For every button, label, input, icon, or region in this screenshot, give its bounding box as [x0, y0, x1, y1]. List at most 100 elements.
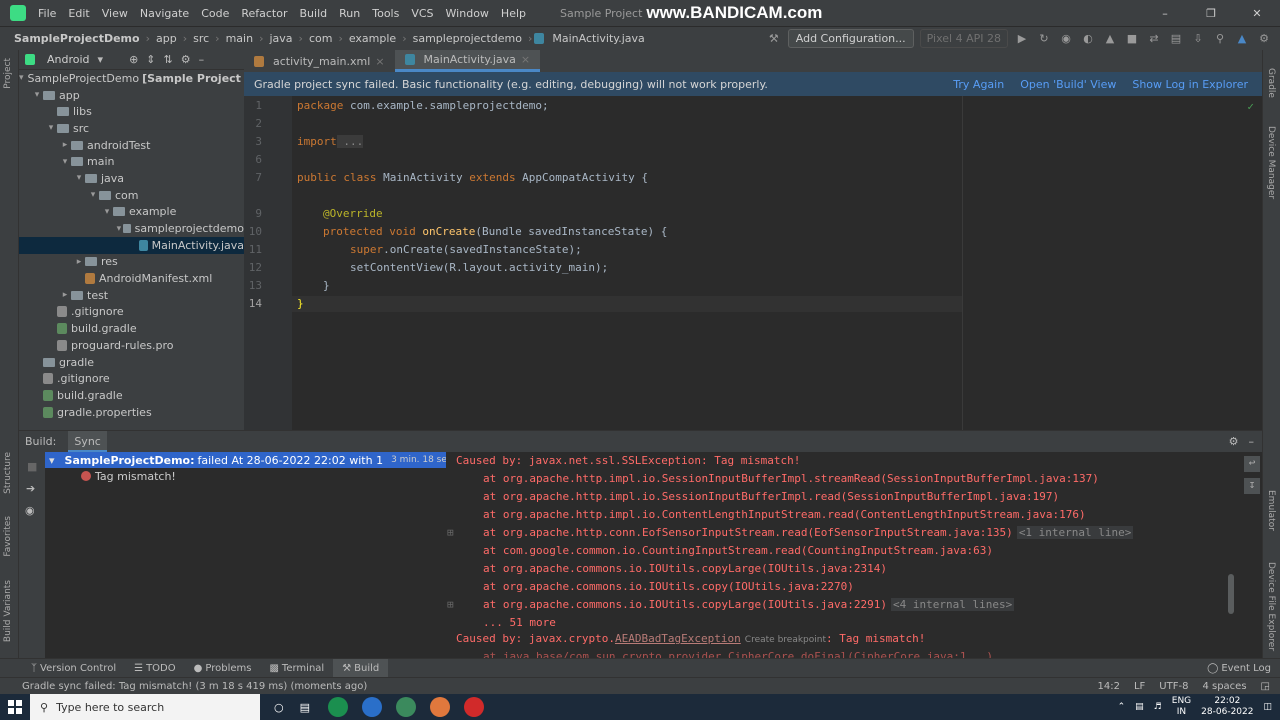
- hide-icon[interactable]: –: [1249, 435, 1255, 448]
- eye-icon[interactable]: ◉: [25, 504, 35, 517]
- show-log-link[interactable]: Show Log in Explorer: [1132, 78, 1248, 91]
- lock-icon[interactable]: ◲: [1261, 681, 1270, 692]
- restore-icon[interactable]: ❐: [1188, 7, 1234, 20]
- emulator-tool-button[interactable]: Emulator: [1266, 490, 1276, 531]
- breadcrumb-item[interactable]: example: [345, 32, 400, 45]
- menu-code[interactable]: Code: [195, 7, 235, 20]
- notification-icon[interactable]: ◫: [1263, 702, 1272, 712]
- chevron-down-icon[interactable]: ▾: [49, 454, 55, 467]
- tab-terminal[interactable]: ▩ Terminal: [260, 659, 333, 678]
- chevron-down-icon[interactable]: ▾: [101, 207, 113, 217]
- chevron-down-icon[interactable]: ▾: [87, 190, 99, 200]
- soft-wrap-icon[interactable]: ↩: [1244, 456, 1260, 472]
- collapse-all-icon[interactable]: ⇅: [164, 53, 173, 66]
- tree-item[interactable]: .gitignore: [19, 370, 244, 387]
- folded-lines-badge[interactable]: <1 internal line>: [1016, 526, 1134, 539]
- hammer-icon[interactable]: ⚒: [766, 31, 782, 47]
- breadcrumb-item[interactable]: app: [152, 32, 181, 45]
- tree-item[interactable]: gradle.properties: [19, 404, 244, 421]
- scroll-to-end-icon[interactable]: ↧: [1244, 478, 1260, 494]
- build-root-row[interactable]: ▾ SampleProjectDemo: failed At 28-06-202…: [45, 452, 491, 468]
- bandicam-icon[interactable]: [464, 697, 485, 717]
- chevron-right-icon[interactable]: ▸: [59, 290, 71, 300]
- app-icon[interactable]: [430, 697, 451, 717]
- line-separator[interactable]: LF: [1134, 681, 1145, 692]
- taskbar-search[interactable]: ⚲ Type here to search: [30, 694, 260, 720]
- network-icon[interactable]: ▤: [1135, 702, 1144, 712]
- favorites-tool-button[interactable]: Favorites: [3, 516, 13, 557]
- menu-view[interactable]: View: [96, 7, 134, 20]
- hide-icon[interactable]: –: [199, 53, 205, 66]
- chevron-down-icon[interactable]: ▾: [45, 123, 57, 133]
- profile-icon[interactable]: ◐: [1080, 31, 1096, 47]
- menu-refactor[interactable]: Refactor: [235, 7, 293, 20]
- close-icon[interactable]: ×: [375, 55, 384, 68]
- tree-item[interactable]: ▾ com: [19, 187, 244, 204]
- menu-vcs[interactable]: VCS: [405, 7, 439, 20]
- exception-link[interactable]: AEADBadTagException: [615, 632, 741, 645]
- run-icon[interactable]: ▶: [1014, 31, 1030, 47]
- tree-item[interactable]: ▾ sampleprojectdemo: [19, 220, 244, 237]
- minimize-icon[interactable]: –: [1142, 7, 1188, 20]
- create-breakpoint-tip[interactable]: Create breakpoint: [745, 635, 826, 645]
- sync-icon[interactable]: ⇄: [1146, 31, 1162, 47]
- chrome-icon[interactable]: [328, 697, 349, 717]
- menu-navigate[interactable]: Navigate: [134, 7, 195, 20]
- tree-item[interactable]: libs: [19, 103, 244, 120]
- breadcrumb-item[interactable]: java: [265, 32, 296, 45]
- tree-item[interactable]: gradle: [19, 354, 244, 371]
- rerun-icon[interactable]: ↻: [1036, 31, 1052, 47]
- project-tool-button[interactable]: Project: [3, 58, 13, 89]
- chevron-down-icon[interactable]: ▾: [31, 90, 43, 100]
- device-manager-icon[interactable]: ▤: [1168, 31, 1184, 47]
- chevron-up-icon[interactable]: ⌃: [1118, 702, 1126, 712]
- chevron-down-icon[interactable]: ▾: [59, 157, 71, 167]
- add-configuration-button[interactable]: Add Configuration...: [787, 29, 914, 48]
- volume-icon[interactable]: ♬: [1154, 702, 1162, 712]
- tab-build[interactable]: ⚒ Build: [333, 658, 389, 678]
- chevron-down-icon[interactable]: ▾: [98, 53, 104, 66]
- menu-file[interactable]: File: [32, 7, 62, 20]
- stop-icon[interactable]: ■: [1124, 31, 1140, 47]
- breadcrumb-item[interactable]: main: [222, 32, 257, 45]
- language-indicator[interactable]: ENG IN: [1172, 696, 1191, 718]
- build-variants-tool-button[interactable]: Build Variants: [3, 580, 13, 642]
- log-scrollbar[interactable]: [1228, 574, 1234, 614]
- menu-tools[interactable]: Tools: [366, 7, 405, 20]
- menu-help[interactable]: Help: [495, 7, 532, 20]
- folded-lines-badge[interactable]: <4 internal lines>: [890, 598, 1015, 611]
- gradle-tool-button[interactable]: Gradle: [1266, 68, 1276, 98]
- chevron-down-icon[interactable]: ▾: [73, 173, 85, 183]
- tree-item[interactable]: AndroidManifest.xml: [19, 270, 244, 287]
- sdk-manager-icon[interactable]: ⇩: [1190, 31, 1206, 47]
- code-editor[interactable]: 1 3 6 7 2 9 10 11 12 13 14 package com.e…: [244, 96, 1262, 430]
- device-file-explorer-tool-button[interactable]: Device File Explorer: [1266, 562, 1276, 651]
- word-icon[interactable]: [362, 697, 383, 717]
- menu-build[interactable]: Build: [294, 7, 334, 20]
- settings-icon[interactable]: ⚙: [1256, 31, 1272, 47]
- tab-todo[interactable]: ☰ TODO: [125, 659, 185, 678]
- menu-window[interactable]: Window: [440, 7, 495, 20]
- tree-item[interactable]: ▾ src: [19, 120, 244, 137]
- tab-problems[interactable]: ● Problems: [185, 659, 261, 678]
- breadcrumb-item[interactable]: com: [305, 32, 337, 45]
- android-studio-taskbar-icon[interactable]: [396, 697, 417, 717]
- pin-icon[interactable]: ➔: [26, 482, 35, 495]
- close-icon[interactable]: ✕: [1234, 7, 1280, 20]
- tree-item[interactable]: MainActivity.java: [19, 236, 244, 254]
- event-log-button[interactable]: ◯ Event Log: [1198, 659, 1280, 678]
- indent-setting[interactable]: 4 spaces: [1202, 681, 1246, 692]
- menu-edit[interactable]: Edit: [62, 7, 95, 20]
- try-again-link[interactable]: Try Again: [953, 78, 1004, 91]
- breadcrumb-item[interactable]: src: [189, 32, 213, 45]
- tree-item[interactable]: ▾ app: [19, 87, 244, 104]
- locate-icon[interactable]: ⊕: [129, 53, 138, 66]
- build-child-row[interactable]: Tag mismatch!: [45, 468, 446, 484]
- gear-icon[interactable]: ⚙: [1229, 435, 1239, 448]
- start-button[interactable]: [0, 694, 30, 720]
- caret-position[interactable]: 14:2: [1098, 681, 1120, 692]
- breadcrumb-item[interactable]: sampleprojectdemo: [409, 32, 526, 45]
- structure-tool-button[interactable]: Structure: [3, 452, 13, 494]
- tree-item[interactable]: ▸ res: [19, 254, 244, 271]
- chevron-down-icon[interactable]: ▾: [115, 224, 123, 234]
